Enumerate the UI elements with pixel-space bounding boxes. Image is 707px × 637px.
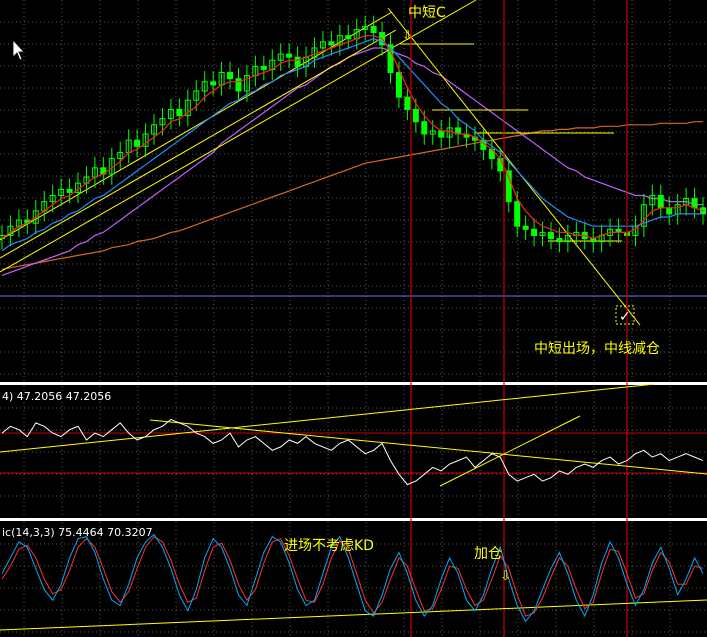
candle-body bbox=[666, 207, 673, 215]
candle-body bbox=[210, 81, 217, 86]
annotation-exit-note: 中短出场，中线减仓 bbox=[534, 341, 660, 357]
candle-body bbox=[505, 170, 512, 203]
osc-indicator-label: 4) 47.2056 47.2056 bbox=[2, 390, 111, 403]
candle-body bbox=[412, 108, 419, 123]
candle-body bbox=[345, 35, 352, 40]
candle-body bbox=[286, 53, 293, 58]
panel-separator-osc bbox=[0, 382, 707, 385]
candle-body bbox=[657, 194, 664, 209]
annotation-add-position: 加仓 bbox=[474, 546, 502, 562]
candle-body bbox=[176, 108, 183, 117]
candle-body bbox=[556, 238, 563, 243]
candle-body bbox=[531, 228, 538, 236]
candle-body bbox=[438, 130, 445, 138]
annotation-zhong-duan-c: 中短C bbox=[408, 5, 446, 21]
candle-body bbox=[227, 72, 234, 80]
panel-separator-stoch bbox=[0, 518, 707, 521]
candle-body bbox=[514, 201, 521, 227]
candle-body bbox=[328, 41, 335, 46]
candle-body bbox=[522, 225, 529, 230]
annotation-arrow-top: ⇩ bbox=[402, 29, 413, 44]
chart-root: 4) 47.2056 47.2056 ic(14,3,3) 75.4464 70… bbox=[0, 0, 707, 637]
candle-body bbox=[691, 198, 698, 209]
candle-body bbox=[404, 96, 411, 110]
candle-body bbox=[547, 231, 554, 240]
annotation-entry-note: 进场不考虑KD bbox=[284, 538, 374, 554]
annotation-check: ✓ bbox=[619, 309, 631, 325]
candle-body bbox=[260, 65, 267, 70]
stoch-indicator-label: ic(14,3,3) 75.4464 70.3207 bbox=[2, 526, 153, 539]
annotation-arrow-add: ⇩ bbox=[500, 569, 511, 584]
candle-body bbox=[134, 139, 141, 147]
candle-body bbox=[421, 121, 428, 135]
candle-body bbox=[370, 25, 377, 34]
candle-body bbox=[66, 188, 73, 193]
candle-body bbox=[395, 72, 402, 98]
candle-body bbox=[294, 56, 301, 67]
candle-body bbox=[497, 158, 504, 172]
